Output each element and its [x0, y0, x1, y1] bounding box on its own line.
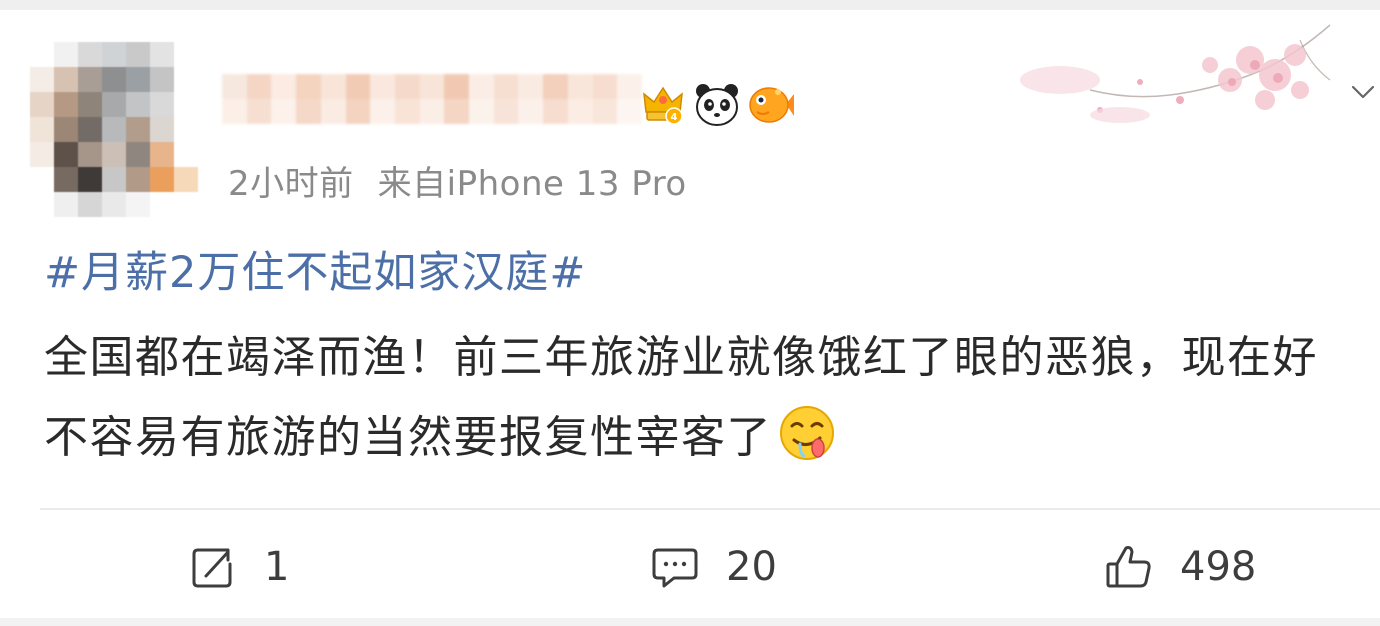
avatar[interactable] — [30, 42, 198, 218]
like-button[interactable]: 498 — [1104, 532, 1256, 602]
repost-count: 1 — [264, 544, 290, 590]
thumbs-up-icon — [1106, 546, 1151, 588]
post-source[interactable]: 来自iPhone 13 Pro — [378, 164, 687, 204]
svg-text:4: 4 — [671, 112, 678, 123]
post-body-text: 全国都在竭泽而渔！前三年旅游业就像饿红了眼的恶狼，现在好不容易有旅游的当然要报复… — [44, 332, 1318, 463]
bottom-divider — [0, 618, 1380, 626]
hashtag-topic-link[interactable]: #月薪2万住不起如家汉庭# — [44, 238, 586, 300]
post-meta: 2小时前 来自iPhone 13 Pro — [228, 156, 687, 205]
like-count: 498 — [1180, 544, 1257, 590]
weibo-post-card: 4 2小时前 来自iPhone 13 Pro #月薪2万住不起如家汉庭# 全国都… — [0, 0, 1380, 626]
drooling-emoji-icon — [780, 406, 834, 460]
comment-icon — [652, 548, 698, 588]
comment-count: 20 — [726, 544, 777, 590]
repost-icon — [192, 548, 232, 588]
cherry-blossom-decoration — [1020, 24, 1331, 123]
chevron-down-icon[interactable] — [1350, 82, 1376, 102]
top-divider — [0, 0, 1380, 10]
panda-icon[interactable] — [694, 82, 740, 128]
crown-level-icon[interactable]: 4 — [640, 82, 686, 128]
post-body: 全国都在竭泽而渔！前三年旅游业就像饿红了眼的恶狼，现在好不容易有旅游的当然要报复… — [44, 318, 1334, 478]
repost-button[interactable]: 1 — [188, 532, 289, 602]
comment-button[interactable]: 20 — [650, 532, 777, 602]
username-redacted[interactable] — [222, 74, 642, 124]
action-divider — [40, 508, 1380, 510]
action-bar: 1 20 498 — [0, 532, 1380, 602]
goldfish-icon[interactable] — [748, 82, 794, 128]
post-time: 2小时前 — [228, 164, 354, 204]
